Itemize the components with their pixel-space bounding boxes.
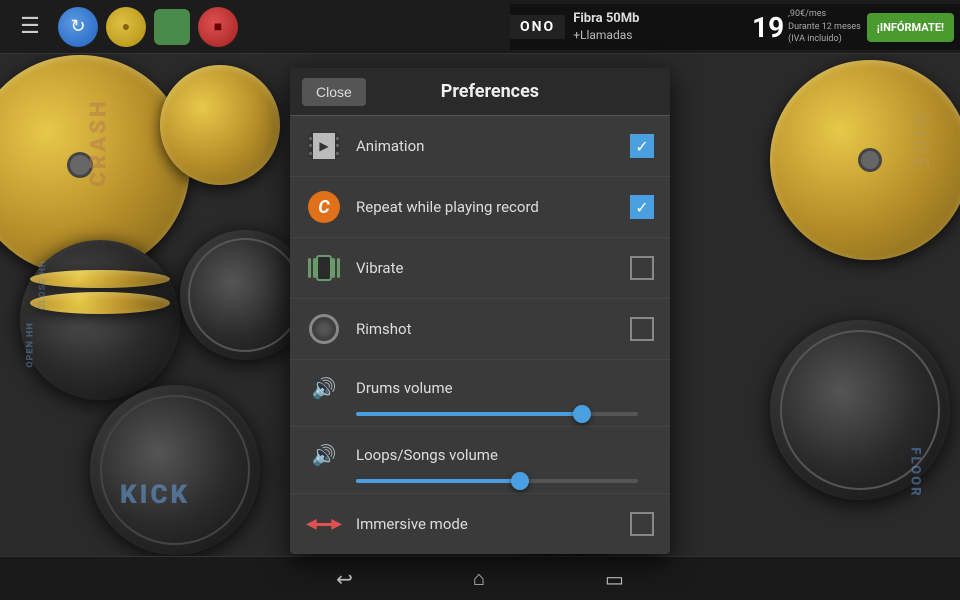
animation-label: Animation [356, 137, 630, 155]
home-icon: ⌂ [473, 566, 485, 590]
rimshot-row: Rimshot [290, 299, 670, 360]
refresh-button[interactable]: ↻ [58, 7, 98, 47]
drums-volume-slider-container [306, 412, 654, 416]
ad-brand: ONO [510, 15, 565, 39]
vibrate-label: Vibrate [356, 259, 630, 277]
vibrate-icon [306, 250, 342, 286]
ad-cta-button[interactable]: ¡INFÓRMATE! [867, 13, 954, 42]
immersive-label: Immersive mode [356, 515, 630, 533]
repeat-row: C Repeat while playing record ✓ [290, 177, 670, 238]
ad-line1: Fibra 50Mb [573, 11, 740, 28]
back-icon: ↩ [336, 567, 353, 591]
repeat-icon: C [306, 189, 342, 225]
ad-line2: +Llamadas [573, 28, 740, 44]
loops-volume-slider-container [306, 479, 654, 483]
red-button[interactable]: ■ [198, 7, 238, 47]
recent-apps-icon: ▭ [605, 567, 624, 591]
loops-volume-label: Loops/Songs volume [356, 446, 654, 464]
home-button[interactable]: ⌂ [473, 566, 485, 591]
drums-volume-track[interactable] [356, 412, 638, 416]
animation-checkbox[interactable]: ✓ [630, 134, 654, 158]
loops-volume-header: 🔊 Loops/Songs volume [306, 437, 654, 473]
drums-volume-row: 🔊 Drums volume [290, 360, 670, 427]
ad-price: 19 [748, 11, 788, 44]
ad-sub: ,90€/mes Durante 12 meses (IVA incluido) [788, 8, 867, 46]
immersive-checkbox[interactable] [630, 512, 654, 536]
back-button[interactable]: ↩ [336, 567, 353, 591]
rimshot-label: Rimshot [356, 320, 630, 338]
drums-volume-fill [356, 412, 582, 416]
bottom-nav: ↩ ⌂ ▭ [0, 556, 960, 600]
loops-volume-icon: 🔊 [306, 437, 342, 473]
preferences-title: Preferences [382, 81, 658, 102]
loops-volume-fill [356, 479, 520, 483]
toolbar: ☰ ↻ ● ■ ONO Fibra 50Mb +Llamadas 19 ,90€… [0, 0, 960, 54]
drums-volume-label: Drums volume [356, 379, 654, 397]
main-area: Close Preferences ▶ [0, 54, 960, 556]
green-button[interactable] [154, 9, 190, 45]
record-button[interactable]: ● [106, 7, 146, 47]
stop-icon: ■ [214, 18, 222, 35]
vibrate-row: Vibrate [290, 238, 670, 299]
rimshot-icon [306, 311, 342, 347]
ad-banner[interactable]: ONO Fibra 50Mb +Llamadas 19 ,90€/mes Dur… [510, 4, 960, 50]
menu-button[interactable]: ☰ [10, 7, 50, 47]
loops-volume-thumb[interactable] [511, 472, 529, 490]
ad-text: Fibra 50Mb +Llamadas [565, 11, 748, 43]
animation-row: ▶ Animation ✓ [290, 116, 670, 177]
animation-icon: ▶ [306, 128, 342, 164]
menu-icon: ☰ [20, 14, 40, 39]
vibrate-checkbox[interactable] [630, 256, 654, 280]
ad-decimal: ,90€/mes [788, 8, 861, 21]
loops-volume-track[interactable] [356, 479, 638, 483]
drums-volume-header: 🔊 Drums volume [306, 370, 654, 406]
ad-sub2: (IVA incluido) [788, 33, 861, 46]
recent-apps-button[interactable]: ▭ [605, 567, 624, 591]
drums-volume-thumb[interactable] [573, 405, 591, 423]
close-button[interactable]: Close [302, 78, 366, 106]
drums-volume-icon: 🔊 [306, 370, 342, 406]
refresh-icon: ↻ [70, 16, 85, 37]
loops-volume-row: 🔊 Loops/Songs volume [290, 427, 670, 494]
immersive-row: ◀ ▶ Immersive mode [290, 494, 670, 554]
repeat-label: Repeat while playing record [356, 198, 630, 216]
repeat-checkbox[interactable]: ✓ [630, 195, 654, 219]
ad-sub1: Durante 12 meses [788, 21, 861, 34]
record-icon: ● [122, 18, 130, 35]
preferences-dialog: Close Preferences ▶ [290, 68, 670, 554]
rimshot-checkbox[interactable] [630, 317, 654, 341]
preferences-header: Close Preferences [290, 68, 670, 116]
immersive-icon: ◀ ▶ [306, 506, 342, 542]
